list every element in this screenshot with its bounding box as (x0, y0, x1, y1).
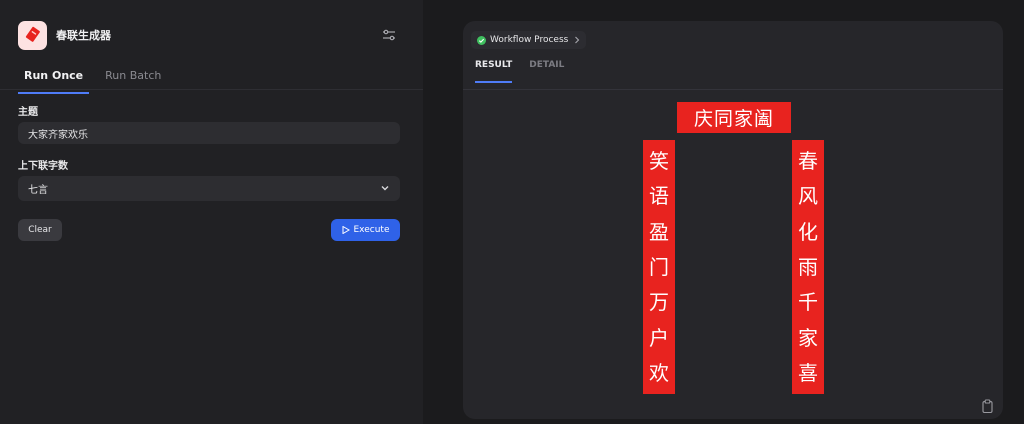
left-couplet-char: 门 (649, 254, 669, 279)
app-logo-icon (18, 20, 47, 50)
left-couplet-char: 盈 (649, 219, 669, 244)
execute-button[interactable]: Execute (331, 219, 400, 241)
app-title: 春联生成器 (56, 29, 111, 42)
result-tabs: RESULT DETAIL (475, 60, 581, 83)
topic-input[interactable]: 大家齐家欢乐 (18, 122, 400, 144)
check-circle-icon (477, 35, 486, 45)
chevron-down-icon (381, 186, 389, 191)
right-couplet-char: 喜 (798, 361, 818, 386)
right-couplet-char: 春 (798, 148, 818, 173)
execute-label: Execute (353, 225, 390, 235)
right-couplet-char: 家 (798, 325, 818, 350)
chevron-right-icon (575, 36, 580, 44)
play-icon (342, 226, 350, 234)
tabs-divider (0, 89, 423, 90)
workflow-label: Workflow Process (490, 35, 569, 45)
left-couplet-char: 万 (649, 290, 669, 315)
horizontal-scroll-hengpi: 庆同家阖 (677, 102, 791, 133)
app-header: 春联生成器 (18, 20, 111, 50)
char-count-value: 七言 (28, 185, 48, 196)
tab-detail[interactable]: DETAIL (529, 60, 564, 83)
settings-sliders-icon[interactable] (381, 27, 397, 43)
right-couplet-char: 风 (798, 184, 818, 209)
char-count-select[interactable]: 七言 (18, 176, 400, 201)
right-couplet-char: 化 (798, 219, 818, 244)
left-couplet-char: 笑 (649, 148, 669, 173)
left-couplet: 笑 语 盈 门 万 户 欢 (643, 140, 675, 394)
left-couplet-char: 户 (649, 325, 669, 350)
left-panel (0, 0, 423, 424)
tab-result[interactable]: RESULT (475, 60, 513, 83)
workflow-process-toggle[interactable]: Workflow Process (471, 31, 587, 49)
char-count-label: 上下联字数 (18, 161, 68, 172)
right-couplet-char: 雨 (798, 254, 818, 279)
left-couplet-char: 欢 (649, 361, 669, 386)
right-couplet-char: 千 (798, 290, 818, 315)
result-divider (463, 89, 1003, 90)
topic-label: 主题 (18, 107, 38, 118)
left-couplet-char: 语 (649, 184, 669, 209)
clear-button[interactable]: Clear (18, 219, 62, 241)
right-couplet: 春 风 化 雨 千 家 喜 (792, 140, 824, 394)
clipboard-icon[interactable] (979, 398, 996, 415)
